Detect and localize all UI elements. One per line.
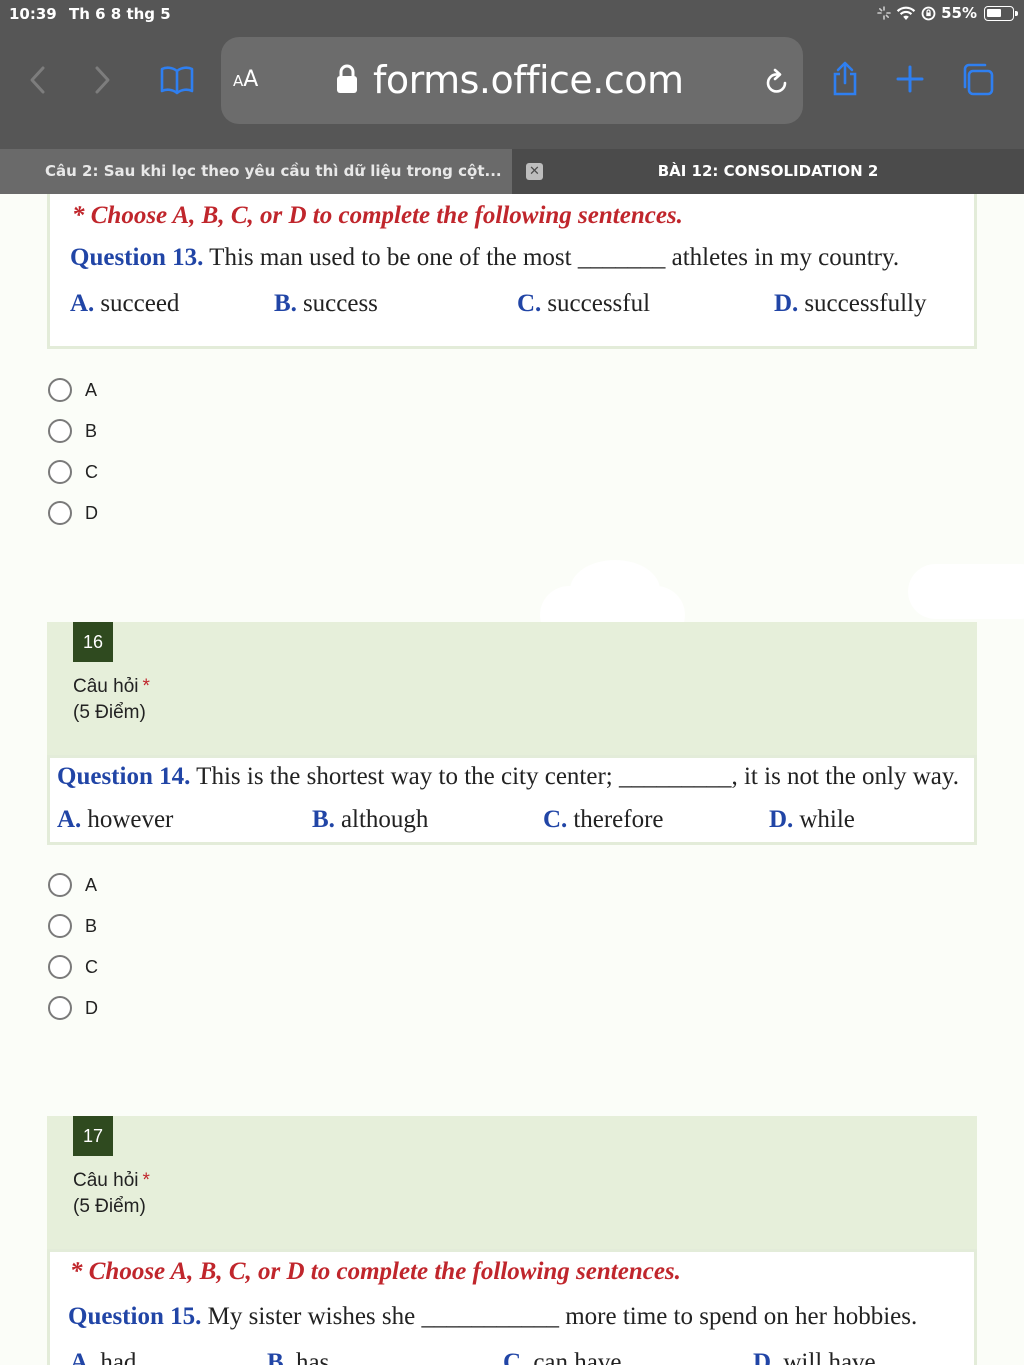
radio-label: D bbox=[85, 997, 98, 1018]
radio-option-c[interactable]: C bbox=[48, 460, 98, 484]
required-mark: * bbox=[142, 676, 150, 697]
option-c: C. successful bbox=[517, 290, 651, 317]
option-a: A. succeed bbox=[70, 290, 180, 317]
chevron-right-icon bbox=[95, 66, 110, 94]
question-title: Câu hỏi * bbox=[73, 676, 150, 697]
instruction-text: * Choose A, B, C, or D to complete the f… bbox=[72, 202, 683, 229]
radio-label: C bbox=[85, 461, 98, 482]
option-a: A. however bbox=[57, 806, 174, 833]
question-sentence: This man used to be one of the most ____… bbox=[209, 244, 900, 271]
radio-button[interactable] bbox=[48, 419, 72, 443]
question-card-17: 17 Câu hỏi * (5 Điểm) bbox=[47, 1116, 977, 1250]
tab-bai-12[interactable]: BÀI 12: CONSOLIDATION 2 bbox=[543, 162, 993, 180]
question-card-16: 16 Câu hỏi * (5 Điểm) bbox=[47, 622, 977, 756]
forward-button[interactable] bbox=[88, 62, 118, 98]
close-tab-button[interactable]: ✕ bbox=[526, 163, 543, 180]
radio-label: B bbox=[85, 420, 98, 441]
tab-cau-2[interactable]: Câu 2: Sau khi lọc theo yêu cầu thì dữ l… bbox=[0, 149, 512, 194]
question-14-image: Question 14. This is the shortest way to… bbox=[47, 755, 977, 845]
radio-label: A bbox=[85, 874, 98, 895]
question-title: Câu hỏi * bbox=[73, 1170, 150, 1191]
option-a: A. had bbox=[70, 1349, 137, 1365]
question-15-image: * Choose A, B, C, or D to complete the f… bbox=[47, 1249, 977, 1365]
radio-button[interactable] bbox=[48, 996, 72, 1020]
form-content: * Choose A, B, C, or D to complete the f… bbox=[0, 194, 1024, 1365]
radio-button[interactable] bbox=[48, 914, 72, 938]
wifi-icon bbox=[896, 6, 916, 20]
status-time: 10:39 bbox=[9, 5, 57, 23]
question-points: (5 Điểm) bbox=[73, 702, 146, 723]
radio-label: D bbox=[85, 502, 98, 523]
battery-percent: 55% bbox=[941, 4, 977, 22]
activity-icon bbox=[877, 6, 891, 20]
browser-toolbar: AA forms.office.com bbox=[0, 28, 1024, 149]
radio-button[interactable] bbox=[48, 378, 72, 402]
question-number: Question 14. bbox=[57, 763, 191, 790]
question-sentence: My sister wishes she ___________ more ti… bbox=[207, 1303, 918, 1330]
radio-option-a[interactable]: A bbox=[48, 873, 97, 897]
url-domain: forms.office.com bbox=[373, 58, 684, 102]
option-c: C. can have bbox=[503, 1349, 622, 1365]
tab-label: Câu 2: Sau khi lọc theo yêu cầu thì dữ l… bbox=[45, 162, 502, 180]
radio-option-b[interactable]: B bbox=[48, 914, 97, 938]
question-sentence: This is the shortest way to the city cen… bbox=[196, 763, 960, 790]
close-icon: ✕ bbox=[529, 164, 540, 179]
option-d: D. while bbox=[769, 806, 855, 833]
question-13-text: Question 13. This man used to be one of … bbox=[70, 244, 899, 272]
rotation-lock-icon bbox=[921, 6, 936, 20]
new-tab-button[interactable] bbox=[893, 62, 927, 96]
question-14-text: Question 14. This is the shortest way to… bbox=[57, 763, 959, 791]
back-button[interactable] bbox=[22, 62, 52, 98]
question-number-badge: 16 bbox=[73, 622, 113, 662]
radio-label: B bbox=[85, 915, 98, 936]
option-b: B. success bbox=[274, 290, 378, 317]
background-cloud bbox=[570, 560, 660, 620]
required-mark: * bbox=[142, 1170, 150, 1191]
radio-option-d[interactable]: D bbox=[48, 501, 98, 525]
option-b: B. although bbox=[312, 806, 429, 833]
instruction-text: * Choose A, B, C, or D to complete the f… bbox=[70, 1258, 681, 1285]
question-number-badge: 17 bbox=[73, 1116, 113, 1156]
radio-button[interactable] bbox=[48, 873, 72, 897]
question-number: Question 15. bbox=[68, 1303, 202, 1330]
chevron-left-icon bbox=[30, 66, 45, 94]
option-c: C. therefore bbox=[543, 806, 664, 833]
plus-icon bbox=[896, 65, 924, 93]
radio-button[interactable] bbox=[48, 955, 72, 979]
lock-icon bbox=[337, 64, 357, 93]
battery-icon bbox=[984, 5, 1018, 21]
question-points: (5 Điểm) bbox=[73, 1196, 146, 1217]
option-d: D. will have bbox=[753, 1349, 876, 1365]
tab-label: BÀI 12: CONSOLIDATION 2 bbox=[657, 162, 879, 180]
share-icon bbox=[833, 61, 857, 96]
share-button[interactable] bbox=[828, 60, 862, 98]
background-cloud bbox=[908, 564, 1024, 619]
question-number: Question 13. bbox=[70, 244, 204, 271]
status-date: Th 6 8 thg 5 bbox=[69, 5, 171, 23]
option-d: D. successfully bbox=[774, 290, 927, 317]
radio-option-a[interactable]: A bbox=[48, 378, 97, 402]
radio-option-c[interactable]: C bbox=[48, 955, 98, 979]
reader-options-button[interactable]: AA bbox=[233, 67, 258, 92]
option-b: B. has bbox=[267, 1349, 330, 1365]
radio-label: A bbox=[85, 379, 98, 400]
tabs-overview-button[interactable] bbox=[958, 60, 996, 98]
status-bar: 10:39 Th 6 8 thg 5 55% bbox=[0, 0, 1024, 28]
book-icon bbox=[160, 66, 194, 95]
tab-bar: Câu 2: Sau khi lọc theo yêu cầu thì dữ l… bbox=[0, 149, 1024, 194]
radio-option-b[interactable]: B bbox=[48, 419, 97, 443]
question-13-image: * Choose A, B, C, or D to complete the f… bbox=[47, 194, 977, 349]
radio-label: C bbox=[85, 956, 98, 977]
reload-icon[interactable] bbox=[765, 68, 789, 94]
address-bar[interactable]: AA forms.office.com bbox=[221, 37, 803, 124]
question-15-text: Question 15. My sister wishes she ______… bbox=[68, 1303, 917, 1331]
radio-button[interactable] bbox=[48, 501, 72, 525]
bookmarks-button[interactable] bbox=[158, 62, 196, 98]
radio-button[interactable] bbox=[48, 460, 72, 484]
status-indicators: 55% bbox=[877, 4, 1018, 22]
tabs-icon bbox=[963, 63, 994, 96]
radio-option-d[interactable]: D bbox=[48, 996, 98, 1020]
